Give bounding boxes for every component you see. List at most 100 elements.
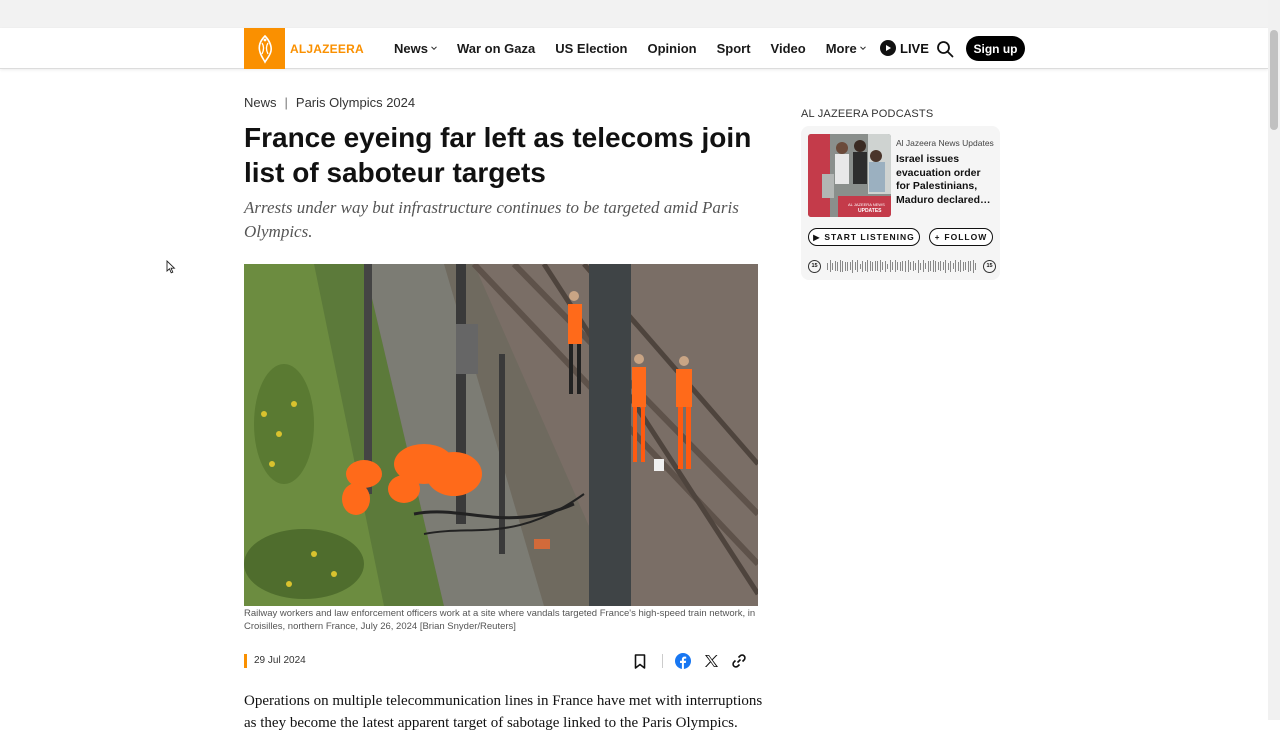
podcast-episode-title[interactable]: Israel issues evacuation order for Pales… <box>896 153 996 207</box>
waveform-bar <box>955 260 957 272</box>
facebook-icon[interactable] <box>675 653 691 669</box>
article-headline: France eyeing far left as telecoms join … <box>244 122 752 188</box>
waveform-bar <box>907 260 909 272</box>
waveform-bar <box>882 262 884 270</box>
plus-icon: + <box>934 232 941 242</box>
start-listening-button[interactable]: ▶ START LISTENING <box>808 228 920 246</box>
podcast-thumbnail[interactable]: AL JAZEERA NEWS UPDATES <box>808 134 891 217</box>
waveform-bar <box>852 259 854 273</box>
waveform-bar <box>940 261 942 271</box>
image-caption: Railway workers and law enforcement offi… <box>244 608 756 632</box>
scrollbar-thumb[interactable] <box>1270 30 1278 130</box>
waveform-bar <box>942 262 944 270</box>
waveform-bar <box>912 261 914 271</box>
hero-image[interactable] <box>244 264 758 606</box>
nav-war-on-gaza[interactable]: War on Gaza <box>457 41 535 56</box>
article-dek: Arrests under way but infrastructure con… <box>244 198 739 241</box>
logo-wordmark[interactable]: ALJAZEERA <box>290 42 364 56</box>
breadcrumb-separator: | <box>284 95 288 110</box>
waveform-bar <box>952 263 954 269</box>
aljazeera-logo[interactable] <box>244 28 285 69</box>
nav-opinion-label: Opinion <box>647 40 697 56</box>
waveform-bar <box>839 260 841 272</box>
breadcrumb-news[interactable]: News <box>244 95 277 110</box>
skip-back-icon[interactable]: 15 <box>808 259 821 273</box>
nav-us-election[interactable]: US Election <box>555 41 627 56</box>
publish-date: 29 Jul 2024 <box>244 654 306 668</box>
waveform-bar <box>925 263 927 269</box>
waveform-bar <box>894 260 896 272</box>
waveform-bar <box>975 262 977 270</box>
waveform-bar <box>920 262 922 270</box>
nav-sport-label: Sport <box>716 40 751 56</box>
nav-us-election-label: US Election <box>555 40 628 56</box>
article-body-paragraph: Operations on multiple telecommunication… <box>244 693 763 731</box>
skip-back-label: 15 <box>811 263 818 269</box>
waveform-bar <box>864 261 866 271</box>
waveform-bar <box>960 260 962 272</box>
follow-label: FOLLOW <box>944 232 988 242</box>
waveform-bar <box>965 262 967 270</box>
search-icon[interactable] <box>936 40 954 58</box>
waveform-bar <box>962 261 964 271</box>
chevron-down-icon <box>859 46 866 51</box>
waveform-bar <box>837 261 839 271</box>
waveform-bar <box>935 260 937 272</box>
nav-news[interactable]: News <box>394 41 437 56</box>
bookmark-icon[interactable] <box>632 653 648 669</box>
waveform-bar <box>879 260 881 272</box>
start-listening-label: START LISTENING <box>824 232 915 242</box>
live-label: LIVE <box>900 40 929 56</box>
waveform-bar <box>874 261 876 271</box>
nav-news-label: News <box>394 40 428 56</box>
link-icon[interactable] <box>731 653 747 669</box>
nav-opinion[interactable]: Opinion <box>647 41 696 56</box>
waveform-bar <box>869 261 871 271</box>
play-icon <box>880 40 896 56</box>
nav-war-on-gaza-label: War on Gaza <box>456 40 536 56</box>
waveform-bar <box>970 261 972 271</box>
waveform-bar <box>950 260 952 272</box>
waveform-bar <box>827 262 828 270</box>
waveform-bar <box>899 261 901 271</box>
waveform-bar <box>915 262 917 270</box>
waveform-bar <box>945 259 947 273</box>
waveform-bar <box>849 262 851 270</box>
waveform-bar <box>937 262 939 270</box>
nav-sport[interactable]: Sport <box>717 41 751 56</box>
waveform-bar <box>884 260 886 272</box>
waveform-bar <box>892 262 894 270</box>
waveform-bar <box>897 262 899 270</box>
follow-button[interactable]: + FOLLOW <box>929 228 993 246</box>
breadcrumb: News | Paris Olympics 2024 <box>244 95 415 110</box>
waveform-bar <box>902 261 904 271</box>
waveform-bar <box>904 260 906 272</box>
nav-more[interactable]: More <box>826 41 866 56</box>
waveform-bar <box>887 263 889 269</box>
podcasts-section-label: AL JAZEERA PODCASTS <box>801 108 934 120</box>
waveform-bar <box>834 261 836 271</box>
sign-up-button[interactable]: Sign up <box>966 36 1025 61</box>
audio-waveform[interactable] <box>827 259 977 273</box>
waveform-bar <box>932 260 934 272</box>
podcast-card: AL JAZEERA NEWS UPDATES Al Jazeera News … <box>801 126 1000 280</box>
podcast-player: 15 15 <box>808 258 996 274</box>
waveform-bar <box>967 260 969 272</box>
waveform-bar <box>857 260 859 272</box>
nav-video-label: Video <box>770 40 806 56</box>
waveform-bar <box>867 260 869 272</box>
x-icon[interactable] <box>703 653 719 669</box>
browser-top-band <box>0 0 1268 28</box>
logo-emblem-icon <box>257 34 272 64</box>
nav-video[interactable]: Video <box>771 41 806 56</box>
waveform-bar <box>862 260 864 272</box>
hero-image-illustration <box>244 264 758 606</box>
waveform-bar <box>877 261 879 271</box>
waveform-bar <box>972 259 974 273</box>
page-scrollbar[interactable] <box>1268 0 1280 720</box>
live-button[interactable]: LIVE <box>880 40 929 56</box>
skip-forward-icon[interactable]: 15 <box>983 259 996 273</box>
waveform-bar <box>947 262 949 270</box>
breadcrumb-paris-olympics[interactable]: Paris Olympics 2024 <box>296 95 415 110</box>
waveform-bar <box>927 260 929 272</box>
